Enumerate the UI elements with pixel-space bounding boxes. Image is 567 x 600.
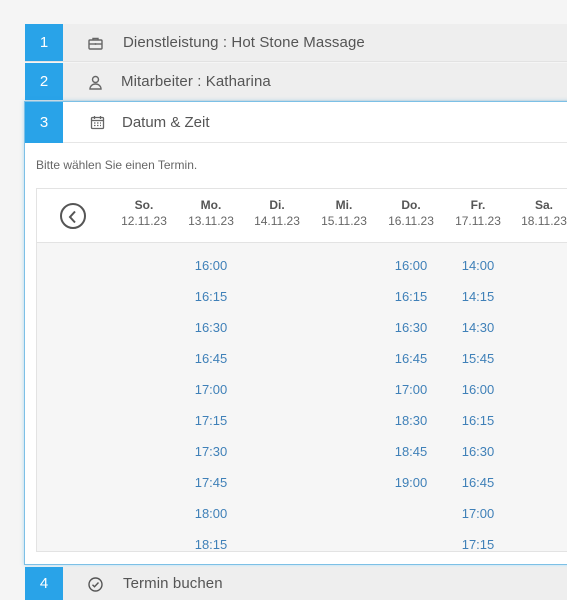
chevron-left-circle-icon[interactable]: [60, 203, 86, 229]
day-name: Do.: [401, 198, 421, 212]
step-label: Dienstleistung : Hot Stone Massage: [123, 34, 365, 51]
day-column-header: So. 12.11.23: [111, 198, 177, 228]
time-slot[interactable]: 17:30: [178, 437, 244, 468]
time-column: 16:00 16:15 16:30 16:45 17:00 18:30 18:45 19:00: [378, 251, 444, 499]
time-slot[interactable]: 14:00: [445, 251, 511, 282]
step-service[interactable]: 1 Dienstleistung : Hot Stone Massage: [25, 24, 567, 62]
day-date: 18.11.23: [521, 214, 567, 228]
step-number: 2: [25, 63, 63, 100]
time-slot[interactable]: 16:30: [178, 313, 244, 344]
time-slot[interactable]: 16:15: [378, 282, 444, 313]
time-slot[interactable]: 17:00: [378, 375, 444, 406]
day-column-header: Sa. 18.11.23: [511, 198, 567, 228]
time-slot[interactable]: 17:15: [445, 530, 511, 551]
user-icon: [87, 74, 104, 91]
step-label: Datum & Zeit: [122, 114, 210, 131]
calendar-day-header: So. 12.11.23 Mo. 13.11.23 Di. 14.11.23 Mi. 15.1…: [37, 189, 567, 243]
time-slot[interactable]: 16:00: [178, 251, 244, 282]
day-column-header: Mi. 15.11.23: [311, 198, 377, 228]
time-slot[interactable]: 17:15: [178, 406, 244, 437]
time-slot[interactable]: 18:30: [378, 406, 444, 437]
day-date: 14.11.23: [254, 214, 300, 228]
day-name: So.: [134, 198, 154, 212]
step-datetime[interactable]: 3 Datum & Zeit: [25, 102, 567, 143]
time-slot-area: 16:00 16:15 16:30 16:45 17:00 17:15 17:30 17:45…: [37, 243, 567, 551]
time-slot[interactable]: 16:45: [378, 344, 444, 375]
calendar-icon: [89, 114, 106, 131]
step-label: Mitarbeiter : Katharina: [121, 73, 271, 90]
time-slot[interactable]: 16:00: [445, 375, 511, 406]
briefcase-icon: [87, 35, 104, 52]
time-slot[interactable]: 16:15: [445, 406, 511, 437]
step-number: 3: [25, 102, 63, 143]
day-column-header: Do. 16.11.23: [378, 198, 444, 228]
time-slot[interactable]: 19:00: [378, 468, 444, 499]
day-date: 17.11.23: [455, 214, 501, 228]
day-name: Fr.: [470, 198, 486, 212]
datetime-panel: 3 Datum & Zeit Bitte wählen Sie einen Te…: [24, 101, 567, 565]
day-date: 13.11.23: [188, 214, 234, 228]
step-label: Termin buchen: [123, 575, 223, 592]
step-number: 1: [25, 24, 63, 61]
time-slot[interactable]: 17:00: [445, 499, 511, 530]
step-book[interactable]: 4 Termin buchen: [25, 567, 567, 600]
step-number: 4: [25, 567, 63, 600]
time-column: 14:00 14:15 14:30 15:45 16:00 16:15 16:30 16:45…: [445, 251, 511, 551]
day-name: Mi.: [335, 198, 353, 212]
time-slot[interactable]: 16:00: [378, 251, 444, 282]
day-date: 12.11.23: [121, 214, 167, 228]
time-slot[interactable]: 18:00: [178, 499, 244, 530]
time-slot[interactable]: 14:30: [445, 313, 511, 344]
day-column-header: Mo. 13.11.23: [178, 198, 244, 228]
day-column-header: Di. 14.11.23: [244, 198, 310, 228]
time-slot[interactable]: 18:15: [178, 530, 244, 551]
appointment-calendar: So. 12.11.23 Mo. 13.11.23 Di. 14.11.23 Mi. 15.1…: [36, 188, 567, 552]
time-slot[interactable]: 14:15: [445, 282, 511, 313]
day-date: 15.11.23: [321, 214, 367, 228]
day-name: Sa.: [534, 198, 553, 212]
time-slot[interactable]: 18:45: [378, 437, 444, 468]
time-slot[interactable]: 15:45: [445, 344, 511, 375]
time-slot[interactable]: 17:00: [178, 375, 244, 406]
time-column: 16:00 16:15 16:30 16:45 17:00 17:15 17:30 17:45…: [178, 251, 244, 551]
time-slot[interactable]: 17:45: [178, 468, 244, 499]
time-slot[interactable]: 16:45: [178, 344, 244, 375]
day-column-header: Fr. 17.11.23: [445, 198, 511, 228]
day-name: Mo.: [200, 198, 222, 212]
step-employee[interactable]: 2 Mitarbeiter : Katharina: [25, 63, 567, 101]
check-circle-icon: [87, 576, 104, 593]
time-slot[interactable]: 16:30: [445, 437, 511, 468]
day-name: Di.: [269, 198, 285, 212]
day-date: 16.11.23: [388, 214, 434, 228]
time-slot[interactable]: 16:45: [445, 468, 511, 499]
time-slot[interactable]: 16:15: [178, 282, 244, 313]
time-slot[interactable]: 16:30: [378, 313, 444, 344]
instruction-text: Bitte wählen Sie einen Termin.: [36, 158, 198, 172]
